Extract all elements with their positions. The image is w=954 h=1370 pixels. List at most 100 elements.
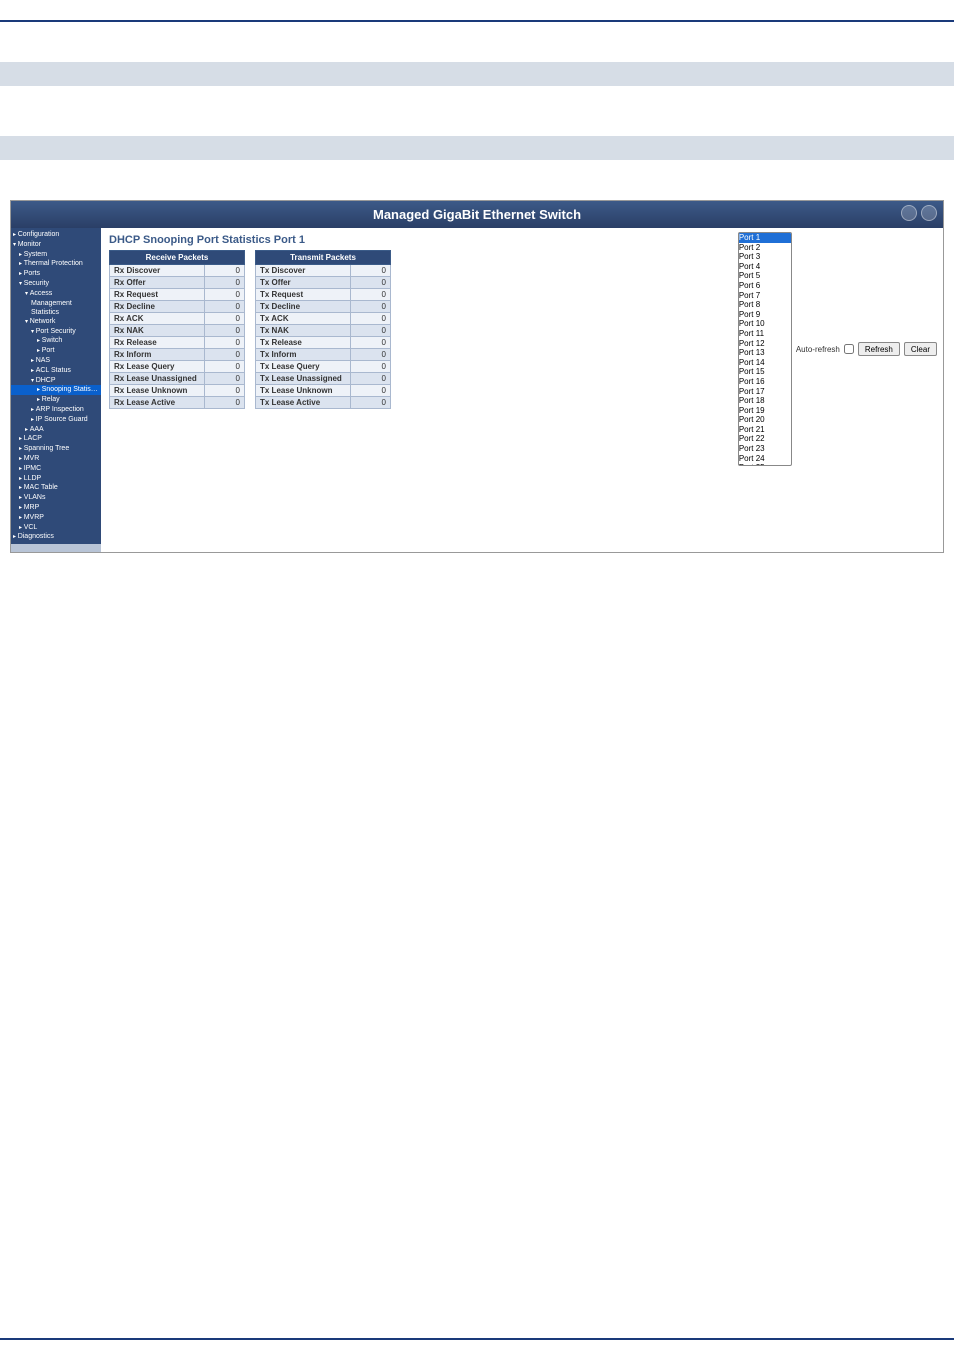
table-row: Tx Lease Query0 <box>256 361 391 373</box>
stat-value: 0 <box>205 265 245 277</box>
sidebar-item[interactable]: ACL Status <box>11 366 101 376</box>
sidebar-item[interactable]: MVR <box>11 454 101 464</box>
sidebar-item[interactable]: NAS <box>11 356 101 366</box>
stat-value: 0 <box>205 277 245 289</box>
auto-refresh-checkbox[interactable] <box>844 344 854 354</box>
sidebar-item[interactable]: Diagnostics <box>11 532 101 542</box>
stat-value: 0 <box>205 337 245 349</box>
stat-label: Tx Lease Unassigned <box>256 373 351 385</box>
table-row: Rx Release0 <box>110 337 245 349</box>
sidebar-item[interactable]: Switch <box>11 336 101 346</box>
stat-label: Tx Lease Unknown <box>256 385 351 397</box>
sidebar-item[interactable]: Ports <box>11 269 101 279</box>
table-row: Tx NAK0 <box>256 325 391 337</box>
table-row: Tx Lease Unassigned0 <box>256 373 391 385</box>
sidebar-item[interactable]: Management <box>11 299 101 308</box>
refresh-button[interactable]: Refresh <box>858 342 900 356</box>
stat-label: Tx Request <box>256 289 351 301</box>
sidebar-item[interactable]: LLDP <box>11 474 101 484</box>
sidebar-item[interactable]: IP Source Guard <box>11 415 101 425</box>
sidebar-item[interactable]: MAC Table <box>11 483 101 493</box>
clear-button[interactable]: Clear <box>904 342 937 356</box>
stat-value: 0 <box>351 277 391 289</box>
sidebar-item[interactable]: Snooping Statistics <box>11 385 101 395</box>
stat-value: 0 <box>205 325 245 337</box>
sidebar-item[interactable]: VCL <box>11 523 101 533</box>
table-row: Rx NAK0 <box>110 325 245 337</box>
sidebar-item[interactable]: System <box>11 250 101 260</box>
table-row: Rx Decline0 <box>110 301 245 313</box>
stat-value: 0 <box>351 349 391 361</box>
sidebar-item[interactable]: AAA <box>11 425 101 435</box>
sidebar-item[interactable]: IPMC <box>11 464 101 474</box>
table-row: Tx Request0 <box>256 289 391 301</box>
stat-label: Rx Lease Active <box>110 397 205 409</box>
stat-label: Rx Decline <box>110 301 205 313</box>
table-row: Tx ACK0 <box>256 313 391 325</box>
table-row: Rx Inform0 <box>110 349 245 361</box>
sidebar-item[interactable]: Configuration <box>11 230 101 240</box>
stat-value: 0 <box>351 397 391 409</box>
table-row: Tx Inform0 <box>256 349 391 361</box>
sidebar-item[interactable]: Relay <box>11 395 101 405</box>
table-row: Rx Lease Unknown0 <box>110 385 245 397</box>
stat-label: Tx Offer <box>256 277 351 289</box>
app-title-bar: Managed GigaBit Ethernet Switch <box>11 201 943 228</box>
stat-value: 0 <box>351 289 391 301</box>
table-row: Tx Release0 <box>256 337 391 349</box>
stat-value: 0 <box>351 301 391 313</box>
table-row: Rx ACK0 <box>110 313 245 325</box>
receive-table: Receive Packets Rx Discover0Rx Offer0Rx … <box>109 250 245 409</box>
app-window: Managed GigaBit Ethernet Switch Configur… <box>10 200 944 553</box>
stat-value: 0 <box>205 313 245 325</box>
logo-icon <box>901 205 917 221</box>
sidebar-item[interactable]: LACP <box>11 434 101 444</box>
stat-label: Rx Inform <box>110 349 205 361</box>
page-rule-bottom <box>0 1338 954 1340</box>
table-row: Rx Lease Unassigned0 <box>110 373 245 385</box>
sidebar-item[interactable]: Spanning Tree <box>11 444 101 454</box>
stat-value: 0 <box>351 265 391 277</box>
stat-label: Rx Lease Query <box>110 361 205 373</box>
sidebar-scrollbar[interactable] <box>11 544 101 552</box>
port-select[interactable]: Port 1Port 2Port 3Port 4Port 5Port 6Port… <box>738 232 792 466</box>
stat-label: Tx Discover <box>256 265 351 277</box>
stat-value: 0 <box>205 397 245 409</box>
stat-label: Rx Lease Unknown <box>110 385 205 397</box>
sidebar-item[interactable]: MVRP <box>11 513 101 523</box>
stat-label: Rx Request <box>110 289 205 301</box>
sidebar-item[interactable]: Monitor <box>11 240 101 250</box>
stat-value: 0 <box>205 385 245 397</box>
sidebar-item[interactable]: VLANs <box>11 493 101 503</box>
stat-label: Rx ACK <box>110 313 205 325</box>
sidebar-item[interactable]: Network <box>11 317 101 327</box>
sidebar-item[interactable]: Port Security <box>11 327 101 337</box>
stat-label: Rx Lease Unassigned <box>110 373 205 385</box>
sidebar-item[interactable]: ARP Inspection <box>11 405 101 415</box>
sidebar-item[interactable]: Access <box>11 289 101 299</box>
transmit-table: Transmit Packets Tx Discover0Tx Offer0Tx… <box>255 250 391 409</box>
stat-label: Tx NAK <box>256 325 351 337</box>
table-row: Tx Lease Unknown0 <box>256 385 391 397</box>
stat-value: 0 <box>351 313 391 325</box>
table-row: Rx Discover0 <box>110 265 245 277</box>
sidebar-item[interactable]: Thermal Protection <box>11 259 101 269</box>
sidebar-item[interactable]: MRP <box>11 503 101 513</box>
stat-value: 0 <box>351 337 391 349</box>
sidebar-item[interactable]: Port <box>11 346 101 356</box>
transmit-header: Transmit Packets <box>256 251 391 265</box>
stat-value: 0 <box>351 385 391 397</box>
sidebar-item[interactable]: Security <box>11 279 101 289</box>
sidebar-item[interactable]: DHCP <box>11 376 101 386</box>
help-icon[interactable] <box>921 205 937 221</box>
stat-label: Tx Release <box>256 337 351 349</box>
table-row: Rx Offer0 <box>110 277 245 289</box>
stat-label: Tx Lease Active <box>256 397 351 409</box>
stat-value: 0 <box>351 325 391 337</box>
auto-refresh-label: Auto-refresh <box>796 345 840 354</box>
section-banner <box>0 136 954 160</box>
table-row: Tx Decline0 <box>256 301 391 313</box>
sidebar-item[interactable]: Statistics <box>11 308 101 317</box>
stat-value: 0 <box>205 289 245 301</box>
app-title: Managed GigaBit Ethernet Switch <box>373 207 581 222</box>
